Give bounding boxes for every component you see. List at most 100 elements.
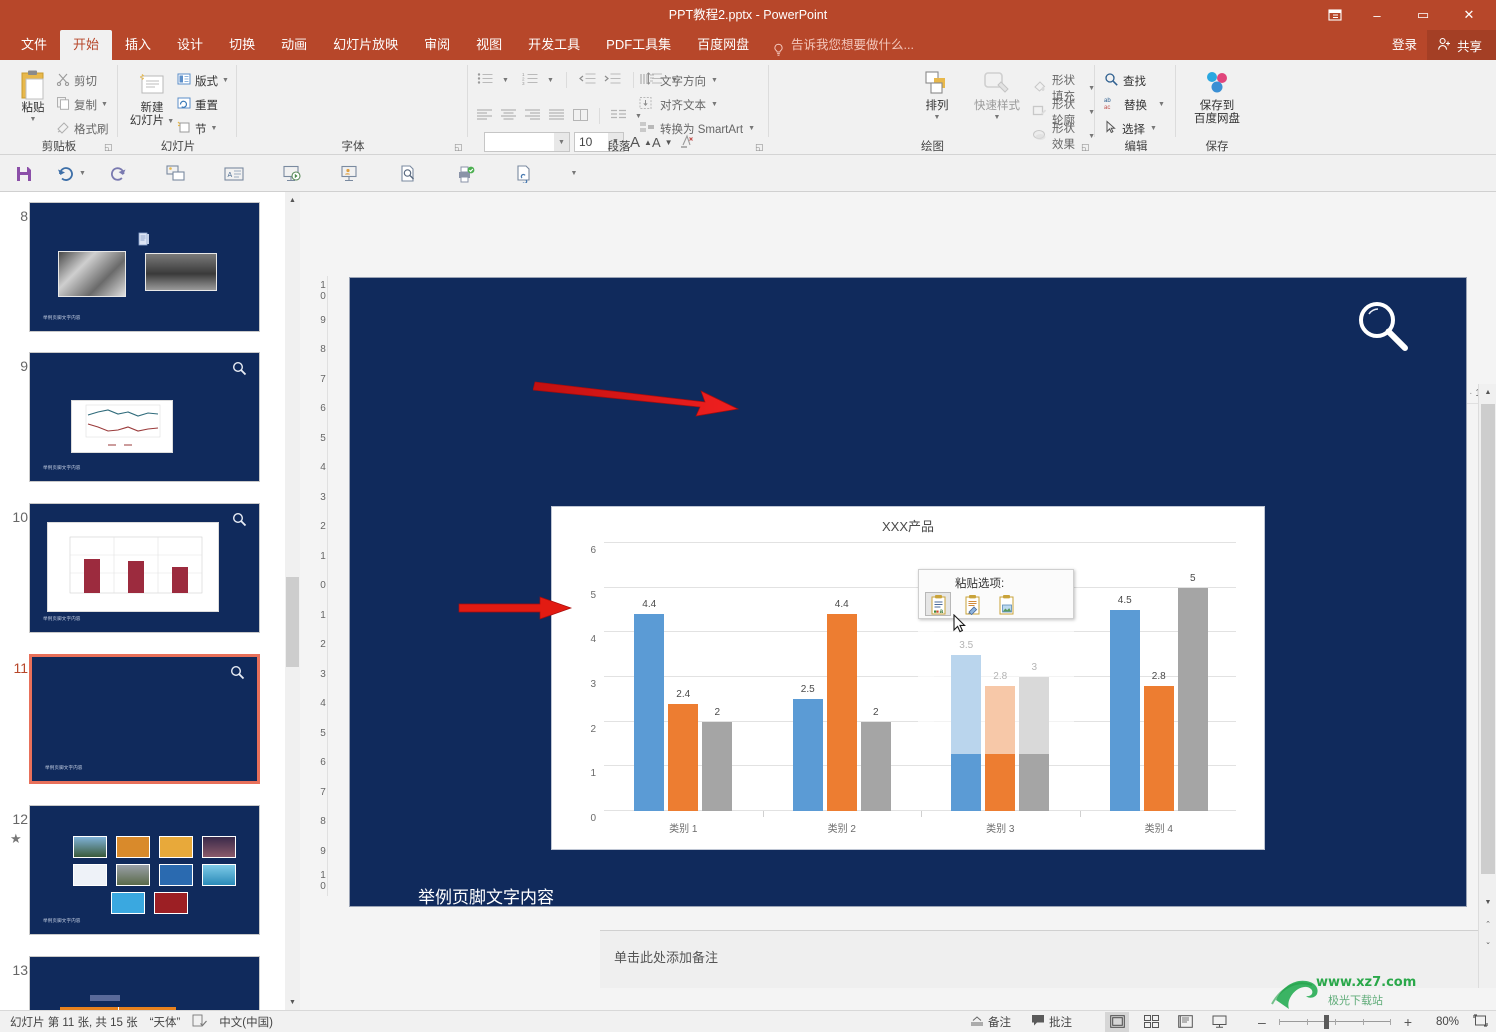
select-button[interactable]: 选择 ▼ [1104, 120, 1157, 137]
notes-pane[interactable]: 单击此处添加备注 [600, 930, 1478, 988]
start-slideshow-icon[interactable] [278, 161, 306, 187]
drawing-dialog-launcher[interactable]: ◱ [1081, 142, 1092, 153]
sign-in-link[interactable]: 登录 [1382, 30, 1427, 60]
scroll-down-icon[interactable]: ▼ [285, 994, 300, 1010]
slide-position-info[interactable]: 幻灯片 第 11 张, 共 15 张 [10, 1014, 138, 1030]
tab-insert[interactable]: 插入 [112, 30, 164, 60]
paragraph-dialog-launcher[interactable]: ◱ [755, 142, 766, 153]
edit-area-scrollbar[interactable]: ▲ ▼ ⌃ ⌄ [1478, 384, 1496, 988]
language-indicator[interactable]: 中文(中国) [219, 1014, 273, 1030]
format-painter-button[interactable]: 格式刷 [56, 120, 109, 137]
minimize-button[interactable]: – [1354, 0, 1400, 30]
tab-transitions[interactable]: 切换 [216, 30, 268, 60]
thumbnail-slide-12[interactable]: 12 ★ 举例页脚文字内容 [0, 805, 284, 950]
cut-button[interactable]: 剪切 [56, 72, 97, 89]
thumbnail-slide-11[interactable]: 11 举例页脚文字内容 [0, 654, 284, 799]
slide-canvas[interactable]: 举例页脚文字内容 XXX产品 0 1 2 3 4 5 6 4.4 2.4 2 类别 1 2.5 4.4 2… [350, 278, 1466, 908]
qat-more-icon[interactable]: ▼ [560, 161, 588, 187]
tab-baidu-netdisk[interactable]: 百度网盘 [684, 30, 762, 60]
tab-view[interactable]: 视图 [463, 30, 515, 60]
quick-styles-button[interactable]: 快速样式 ▼ [966, 66, 1028, 122]
save-to-baidu-netdisk-button[interactable]: 保存到 百度网盘 [1187, 66, 1247, 126]
reading-view-icon[interactable] [1173, 1012, 1197, 1032]
replace-button[interactable]: ab ac 替换 ▼ [1104, 96, 1165, 113]
zoom-out-button[interactable]: – [1255, 1014, 1269, 1030]
use-destination-theme-icon[interactable]: a [925, 592, 951, 616]
chart-bar[interactable] [1177, 587, 1208, 811]
slide-thumbnail-pane[interactable]: 8 举例页脚文字内容 9 举例页脚文字内容 10 举例页脚文字内容 11 举例页… [0, 192, 300, 1010]
thumbnail-slide-10[interactable]: 10 举例页脚文字内容 [0, 503, 284, 648]
chart-bar[interactable] [668, 703, 699, 811]
copy-button[interactable]: 复制 ▼ [56, 96, 108, 113]
reset-button[interactable]: 重置 [177, 96, 218, 113]
text-direction-button[interactable]: 文字方向 ▼ [639, 72, 718, 89]
chart-bar[interactable] [1143, 685, 1174, 811]
spellcheck-icon[interactable] [192, 1014, 208, 1030]
paste-button[interactable]: 粘贴 ▼ [6, 68, 60, 124]
tab-review[interactable]: 审阅 [411, 30, 463, 60]
normal-view-icon[interactable] [1105, 1011, 1130, 1032]
tab-home[interactable]: 开始 [60, 30, 113, 60]
zoom-slider-handle[interactable] [1323, 1014, 1329, 1029]
undo-icon[interactable]: ▼ [52, 161, 90, 187]
print-preview-icon[interactable] [394, 161, 422, 187]
chart-bar[interactable] [826, 614, 857, 811]
tab-animations[interactable]: 动画 [268, 30, 320, 60]
scroll-down-icon[interactable]: ▼ [1479, 894, 1496, 910]
tab-file[interactable]: 文件 [8, 30, 60, 60]
thumbnail-slide-8[interactable]: 8 举例页脚文字内容 [0, 202, 284, 347]
fit-slide-to-window-icon[interactable] [1469, 1013, 1488, 1030]
text-columns-button[interactable] [611, 109, 626, 124]
chart-bar[interactable] [1109, 610, 1140, 811]
picture-icon[interactable] [993, 592, 1019, 616]
chart-bar[interactable] [860, 721, 891, 811]
theme-name[interactable]: “天体” [150, 1014, 181, 1030]
find-button[interactable]: 查找 [1104, 72, 1146, 89]
font-dialog-launcher[interactable]: ◱ [454, 142, 465, 153]
convert-to-smartart-button[interactable]: 转换为 SmartArt ▼ [639, 120, 755, 137]
ribbon-display-options-icon[interactable] [1316, 0, 1354, 30]
thumbnail-scrollbar[interactable]: ▲ ▼ [285, 192, 300, 1010]
clipboard-dialog-launcher[interactable]: ◱ [104, 142, 115, 153]
share-button[interactable]: 共享 [1426, 30, 1496, 60]
tab-design[interactable]: 设计 [164, 30, 216, 60]
next-slide-icon[interactable]: ⌄ [1479, 934, 1496, 950]
increase-indent-button[interactable] [604, 72, 621, 88]
decrease-indent-button[interactable] [578, 72, 596, 88]
chart-bar[interactable] [792, 699, 823, 811]
paste-options-popup[interactable]: 粘贴选项: a [918, 569, 1074, 619]
new-slide-button[interactable]: 新建 幻灯片 ▼ [125, 68, 179, 128]
previous-slide-icon[interactable]: ⌃ [1479, 916, 1496, 932]
tab-slideshow[interactable]: 幻灯片放映 [320, 30, 411, 60]
scroll-up-icon[interactable]: ▲ [1479, 384, 1496, 400]
chart-bar[interactable] [702, 721, 733, 811]
redo-icon[interactable] [104, 161, 132, 187]
text-box-icon[interactable]: A [220, 161, 248, 187]
chart-bar[interactable] [634, 614, 665, 811]
slideshow-view-icon[interactable] [1207, 1012, 1231, 1032]
slide-sorter-view-icon[interactable] [1139, 1012, 1163, 1032]
align-right-button[interactable] [525, 108, 540, 124]
tell-me-search[interactable]: 告诉我您想要做什么... [772, 30, 914, 60]
thumbnail-slide-13[interactable]: 13 [0, 956, 284, 1010]
zoom-in-button[interactable]: + [1401, 1014, 1415, 1030]
zoom-level-label[interactable]: 80% [1425, 1016, 1459, 1028]
maximize-button[interactable]: ▭ [1400, 0, 1446, 30]
numbering-button[interactable]: 123 [522, 72, 539, 88]
scroll-thumb[interactable] [286, 577, 299, 667]
chart-object[interactable]: XXX产品 01234564.42.42类别 12.54.42类别 23.52.… [551, 506, 1265, 850]
tab-developer[interactable]: 开发工具 [515, 30, 593, 60]
quick-print-icon[interactable] [452, 161, 480, 187]
slide-footer-text[interactable]: 举例页脚文字内容 [418, 883, 554, 908]
layout-button[interactable]: 版式 ▼ [177, 72, 229, 89]
section-button[interactable]: 节 ▼ [177, 120, 217, 137]
align-center-button[interactable] [501, 108, 516, 124]
arrange-button[interactable]: 排列 ▼ [912, 66, 962, 122]
close-button[interactable]: ✕ [1446, 0, 1492, 30]
comments-toggle-button[interactable]: 批注 [1026, 1012, 1077, 1032]
notes-toggle-button[interactable]: 备注 [965, 1012, 1016, 1032]
align-text-button[interactable]: 对齐文本 ▼ [639, 96, 718, 113]
tab-pdf-tools[interactable]: PDF工具集 [593, 30, 684, 60]
scroll-up-icon[interactable]: ▲ [285, 192, 300, 208]
columns-button[interactable] [573, 108, 588, 124]
